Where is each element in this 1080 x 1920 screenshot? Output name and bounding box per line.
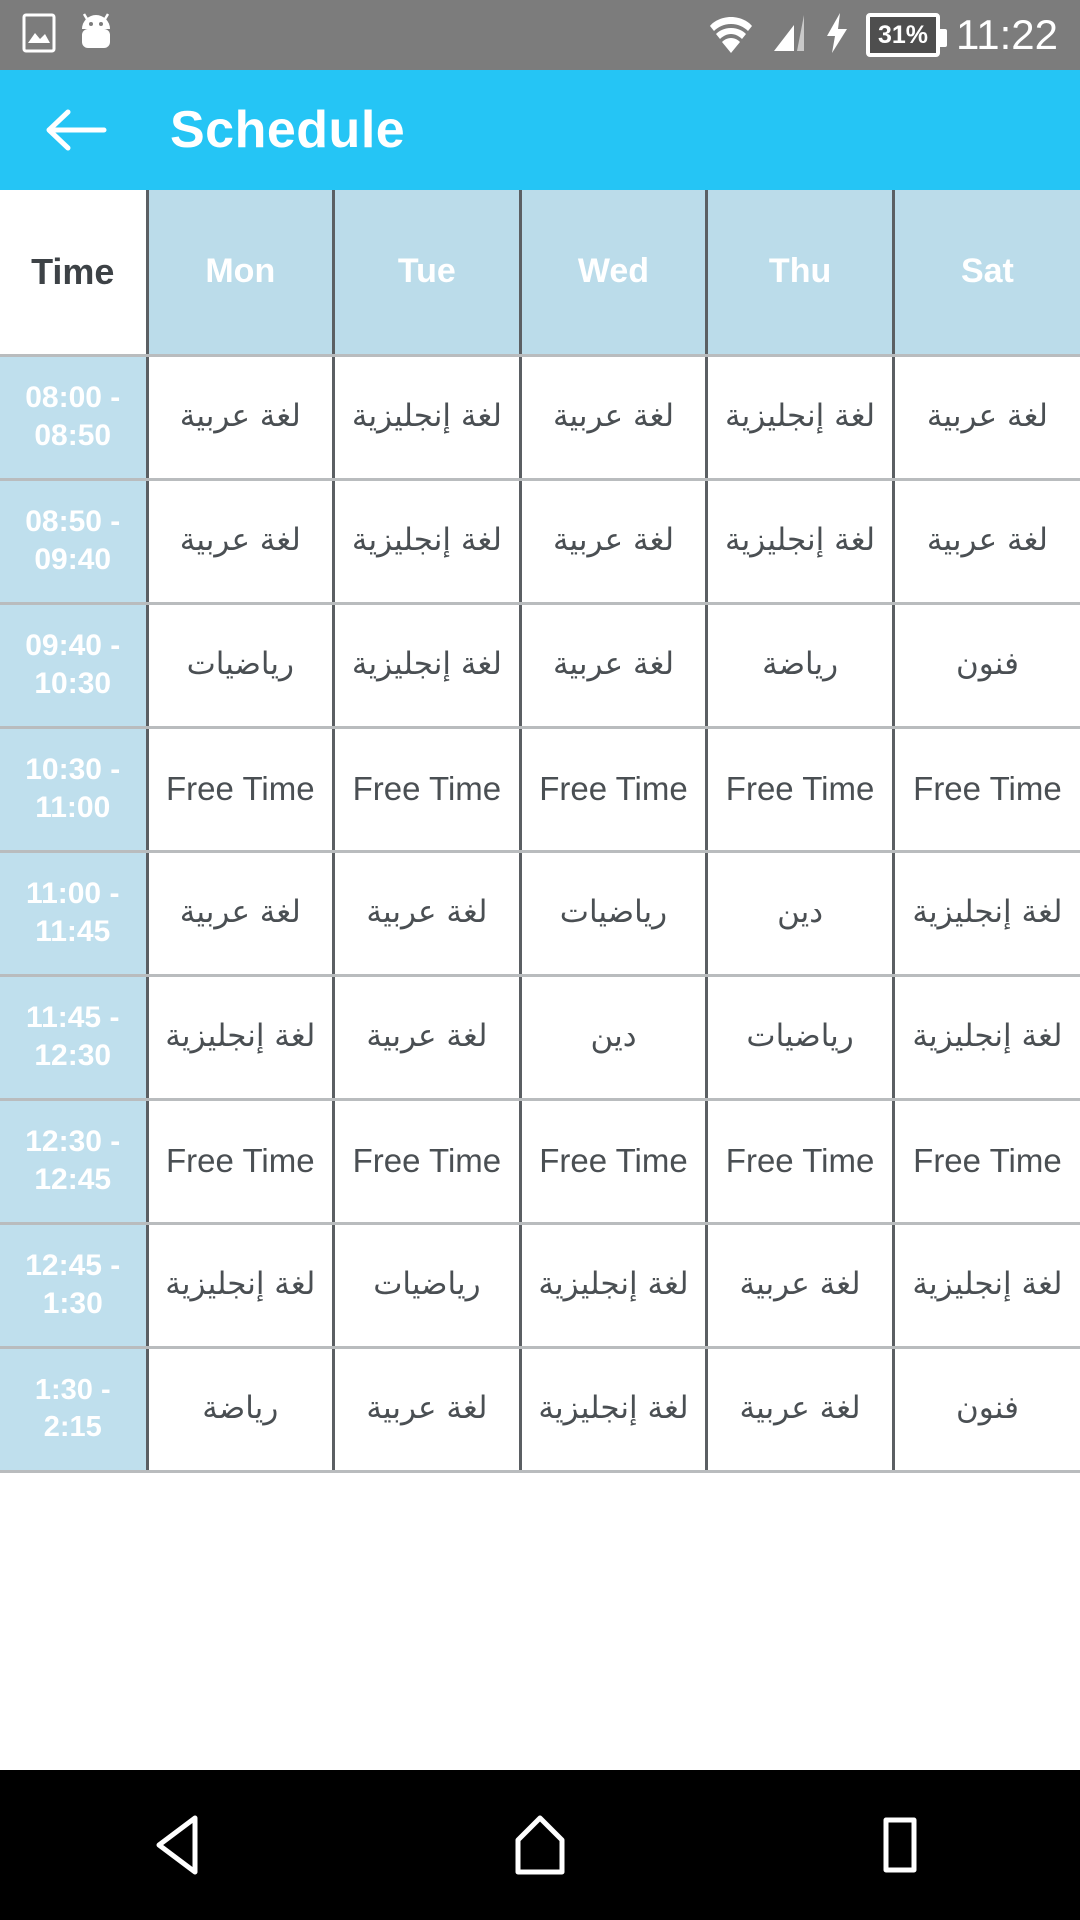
image-icon [22,13,56,58]
schedule-cell[interactable]: Free Time [706,1099,895,1225]
time-slot-label: 12:45 - 1:30 [0,1223,149,1349]
triangle-back-icon [156,1815,198,1875]
schedule-cell[interactable]: رياضيات [520,851,709,977]
column-header-mon: Mon [147,190,336,357]
table-row: 09:40 - 10:30 رياضيات لغة إنجليزية لغة عربي… [0,603,1080,729]
nav-home-button[interactable] [465,1795,615,1895]
schedule-cell[interactable]: لغة عربية [893,355,1080,481]
schedule-cell[interactable]: لغة عربية [520,603,709,729]
header-row: Time Mon Tue Wed Thu Sat [0,190,1080,357]
battery-percent-label: 31% [877,20,929,49]
schedule-cell[interactable]: لغة عربية [706,1223,895,1349]
table-header: Time Mon Tue Wed Thu Sat [0,190,1080,357]
page-title: Schedule [170,101,406,159]
schedule-cell[interactable]: رياضة [706,603,895,729]
schedule-cell[interactable]: لغة إنجليزية [333,603,522,729]
cellular-signal-icon [770,11,808,60]
time-slot-label: 1:30 - 2:15 [0,1347,149,1473]
time-slot-label: 11:45 - 12:30 [0,975,149,1101]
schedule-cell[interactable]: Free Time [333,1099,522,1225]
schedule-cell[interactable]: لغة عربية [147,355,336,481]
arrow-left-icon [46,109,107,151]
column-header-wed: Wed [520,190,709,357]
table-bottom-spacer [0,1472,1080,1551]
wifi-icon [708,11,754,60]
nav-back-button[interactable] [105,1795,255,1895]
schedule-cell[interactable]: فنون [893,1347,1080,1473]
table-row: 1:30 - 2:15 رياضة لغة عربية لغة إنجليزية لغة… [0,1347,1080,1473]
time-slot-label: 08:00 - 08:50 [0,355,149,481]
time-slot-label: 09:40 - 10:30 [0,603,149,729]
charging-bolt-icon [824,11,850,60]
schedule-cell[interactable]: لغة إنجليزية [706,479,895,605]
schedule-cell[interactable]: لغة إنجليزية [520,1223,709,1349]
schedule-cell[interactable]: لغة إنجليزية [333,479,522,605]
schedule-cell[interactable]: Free Time [333,727,522,853]
table-row: 11:45 - 12:30 لغة إنجليزية لغة عربية دين ريا… [0,975,1080,1101]
status-bar: 31% 11:22 [0,0,1080,70]
schedule-cell[interactable]: لغة عربية [706,1347,895,1473]
app-bar: Schedule [0,70,1080,190]
column-header-tue: Tue [333,190,522,357]
table-row: 08:00 - 08:50 لغة عربية لغة إنجليزية لغة عر… [0,355,1080,481]
status-bar-system-icons: 31% 11:22 [708,11,1058,60]
schedule-cell[interactable]: Free Time [147,1099,336,1225]
table-row: 11:00 - 11:45 لغة عربية لغة عربية رياضيات دي… [0,851,1080,977]
square-recents-icon [883,1817,917,1873]
status-bar-notifications [22,12,114,58]
schedule-cell[interactable]: Free Time [520,727,709,853]
schedule-table-container[interactable]: Time Mon Tue Wed Thu Sat 08:00 - 08:50 لغ… [0,190,1080,1770]
battery-icon: 31% [866,13,947,57]
android-navigation-bar [0,1770,1080,1920]
nav-recents-button[interactable] [825,1795,975,1895]
table-row: 12:45 - 1:30 لغة إنجليزية رياضيات لغة إنجلي… [0,1223,1080,1349]
schedule-cell[interactable]: رياضة [147,1347,336,1473]
time-slot-label: 10:30 - 11:00 [0,727,149,853]
time-slot-label: 12:30 - 12:45 [0,1099,149,1225]
schedule-cell[interactable]: رياضيات [706,975,895,1101]
table-row: 10:30 - 11:00 Free Time Free Time Free Time… [0,727,1080,853]
schedule-cell[interactable]: رياضيات [333,1223,522,1349]
status-bar-clock: 11:22 [956,11,1058,58]
table-body: 08:00 - 08:50 لغة عربية لغة إنجليزية لغة عر… [0,355,1080,1473]
schedule-cell[interactable]: لغة إنجليزية [520,1347,709,1473]
schedule-cell[interactable]: لغة عربية [333,1347,522,1473]
schedule-cell[interactable]: لغة عربية [333,851,522,977]
android-robot-icon [78,12,114,58]
schedule-cell[interactable]: لغة عربية [893,479,1080,605]
schedule-table: Time Mon Tue Wed Thu Sat 08:00 - 08:50 لغ… [0,190,1080,1473]
schedule-cell[interactable]: Free Time [893,1099,1080,1225]
schedule-cell[interactable]: لغة إنجليزية [893,851,1080,977]
schedule-cell[interactable]: لغة إنجليزية [893,975,1080,1101]
schedule-cell[interactable]: دين [520,975,709,1101]
home-icon [515,1815,565,1875]
schedule-cell[interactable]: لغة عربية [520,355,709,481]
schedule-cell[interactable]: لغة إنجليزية [893,1223,1080,1349]
phone-screen: 31% 11:22 Schedule Time Mon Tue Wed Thu … [0,0,1080,1920]
back-button[interactable] [44,98,108,162]
column-header-sat: Sat [893,190,1080,357]
schedule-cell[interactable]: لغة عربية [147,479,336,605]
schedule-cell[interactable]: Free Time [147,727,336,853]
schedule-cell[interactable]: لغة عربية [520,479,709,605]
column-header-time: Time [0,190,149,357]
schedule-cell[interactable]: لغة عربية [147,851,336,977]
schedule-cell[interactable]: رياضيات [147,603,336,729]
schedule-cell[interactable]: لغة إنجليزية [333,355,522,481]
time-slot-label: 08:50 - 09:40 [0,479,149,605]
schedule-cell[interactable]: لغة عربية [333,975,522,1101]
schedule-cell[interactable]: لغة إنجليزية [147,975,336,1101]
schedule-cell[interactable]: دين [706,851,895,977]
schedule-cell[interactable]: Free Time [520,1099,709,1225]
schedule-cell[interactable]: لغة إنجليزية [147,1223,336,1349]
table-row: 08:50 - 09:40 لغة عربية لغة إنجليزية لغة عر… [0,479,1080,605]
schedule-cell[interactable]: Free Time [706,727,895,853]
schedule-cell[interactable]: لغة إنجليزية [706,355,895,481]
table-row: 12:30 - 12:45 Free Time Free Time Free Time… [0,1099,1080,1225]
time-slot-label: 11:00 - 11:45 [0,851,149,977]
column-header-thu: Thu [706,190,895,357]
schedule-cell[interactable]: فنون [893,603,1080,729]
schedule-cell[interactable]: Free Time [893,727,1080,853]
